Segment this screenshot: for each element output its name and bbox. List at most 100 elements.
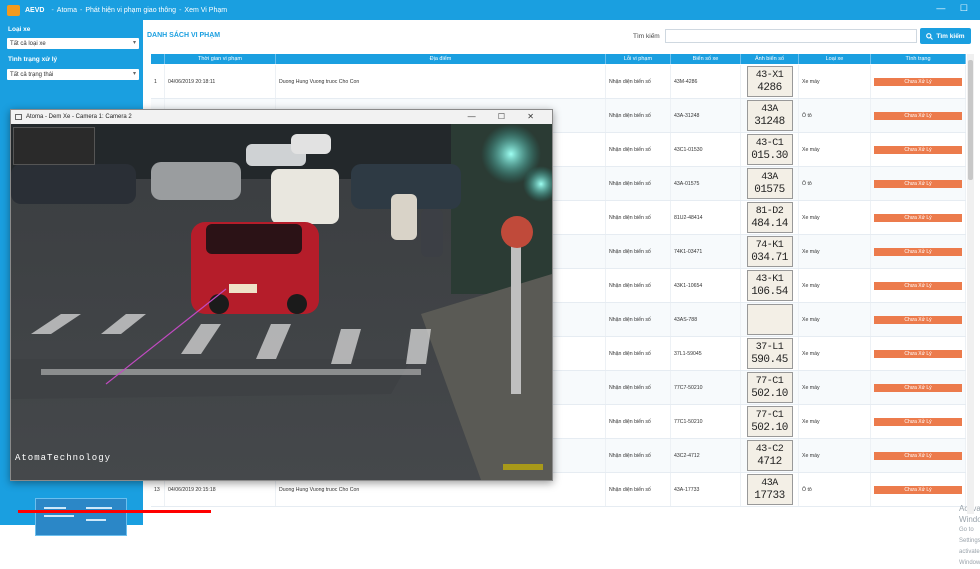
cell-place: Duong Hung Vuong truoc Cho Con — [276, 65, 606, 98]
plate-image-bottom: 17733 — [754, 489, 785, 502]
plate-image[interactable]: 43-K1 106.54 — [746, 270, 793, 301]
dashboard-thumbnail — [35, 498, 127, 536]
plate-image[interactable]: 81-D2 484.14 — [746, 202, 793, 233]
cell-error: Nhận diện biển số — [606, 371, 671, 404]
status-badge[interactable]: Chưa Xử Lý — [874, 77, 962, 86]
plate-image[interactable]: 43-X1 4286 — [746, 66, 793, 97]
camera-feed: AtomaTechnology — [11, 124, 552, 480]
plate-image-cell: 43-C1 015.30 — [741, 133, 799, 166]
camera-stats-overlay — [13, 127, 95, 165]
vehicle-type-select[interactable]: Tất cả loại xe ▾ — [7, 38, 139, 49]
column-header[interactable]: Tình trạng — [871, 54, 966, 64]
plate-image-cell: 43-C2 4712 — [741, 439, 799, 472]
plate-image-cell: 43A 01575 — [741, 167, 799, 200]
cell-vtype: Xe máy — [799, 405, 871, 438]
plate-image-bottom: 484.14 — [751, 217, 788, 230]
cell-vtype: Xe máy — [799, 371, 871, 404]
video-progress-bar[interactable] — [18, 510, 478, 513]
plate-image[interactable]: 43A 17733 — [746, 474, 793, 505]
cell-plate: 81U2-48414 — [671, 201, 741, 234]
status-badge[interactable]: Chưa Xử Lý — [874, 179, 962, 188]
cell-error: Nhận diện biển số — [606, 235, 671, 268]
cell-vtype: Xe máy — [799, 235, 871, 268]
status-badge[interactable]: Chưa Xử Lý — [874, 213, 962, 222]
list-title: DANH SÁCH VI PHẠM — [147, 32, 221, 39]
status-badge[interactable]: Chưa Xử Lý — [874, 145, 962, 154]
status-filter-label: Tình trạng xử lý — [8, 56, 58, 63]
status-badge[interactable]: Chưa Xử Lý — [874, 485, 962, 494]
plate-image[interactable]: 43A 31248 — [746, 100, 793, 131]
plate-image[interactable]: 43-C2 4712 — [746, 440, 793, 471]
title-separator: - — [179, 6, 182, 14]
plate-image-cell: 77-C1 502.10 — [741, 371, 799, 404]
cell-plate: 43AS-788 — [671, 303, 741, 336]
status-badge[interactable]: Chưa Xử Lý — [874, 349, 962, 358]
column-header[interactable]: Loại xe — [799, 54, 871, 64]
status-cell: Chưa Xử Lý — [871, 99, 966, 132]
plate-image[interactable]: 77-C1 502.10 — [746, 406, 793, 437]
plate-image-top: 43-K1 — [755, 273, 784, 285]
status-badge[interactable]: Chưa Xử Lý — [874, 383, 962, 392]
cell-error: Nhận diện biển số — [606, 65, 671, 98]
status-cell: Chưa Xử Lý — [871, 337, 966, 370]
plate-image-top: 43A — [761, 171, 778, 183]
cell-idx: 1 — [151, 65, 165, 98]
status-badge[interactable]: Chưa Xử Lý — [874, 111, 962, 120]
plate-image-cell: 43-K1 106.54 — [741, 269, 799, 302]
plate-image[interactable] — [746, 304, 793, 335]
plate-image[interactable]: 77-C1 502.10 — [746, 372, 793, 403]
plate-image-cell: 43A 31248 — [741, 99, 799, 132]
column-header[interactable]: Địa điểm — [276, 54, 606, 64]
cell-plate: 43M-4286 — [671, 65, 741, 98]
cell-vtype: Xe máy — [799, 337, 871, 370]
status-cell: Chưa Xử Lý — [871, 269, 966, 302]
cell-vtype: Xe máy — [799, 133, 871, 166]
cell-error: Nhận diện biển số — [606, 201, 671, 234]
vehicle-type-label: Loại xe — [8, 26, 31, 33]
camera-window-title: Atoma - Dem Xe - Camera 1: Camera 2 — [26, 114, 132, 120]
status-badge[interactable]: Chưa Xử Lý — [874, 315, 962, 324]
column-header[interactable] — [151, 54, 165, 64]
plate-image-top: 43-X1 — [755, 69, 784, 81]
cell-error: Nhận diện biển số — [606, 473, 671, 506]
cell-plate: 43A-31248 — [671, 99, 741, 132]
plate-image-top: 43A — [761, 477, 778, 489]
cell-error: Nhận diện biển số — [606, 167, 671, 200]
plate-image-top: 43A — [761, 103, 778, 115]
plate-image-bottom: 015.30 — [751, 149, 788, 162]
search-button[interactable]: Tìm kiếm — [920, 28, 971, 44]
column-header[interactable]: Ảnh biển số — [741, 54, 799, 64]
column-header[interactable]: Lỗi vi phạm — [606, 54, 671, 64]
scrollbar-thumb[interactable] — [968, 60, 973, 180]
status-filter-value: Tất cả trạng thái — [10, 71, 54, 78]
plate-image[interactable]: 43-C1 015.30 — [746, 134, 793, 165]
column-header[interactable]: Biển số xe — [671, 54, 741, 64]
plate-image[interactable]: 43A 01575 — [746, 168, 793, 199]
cell-error: Nhận diện biển số — [606, 303, 671, 336]
status-cell: Chưa Xử Lý — [871, 371, 966, 404]
plate-image-top: 77-C1 — [755, 409, 784, 421]
plate-image[interactable]: 74-K1 034.71 — [746, 236, 793, 267]
camera-window-controls[interactable]: — ☐ ✕ — [468, 112, 544, 121]
table-row[interactable]: 1 04/06/2019 20:18:11 Duong Hung Vuong tru… — [151, 65, 966, 99]
window-title: Phát hiện vi phạm giao thông — [85, 6, 177, 14]
status-badge[interactable]: Chưa Xử Lý — [874, 247, 962, 256]
status-badge[interactable]: Chưa Xử Lý — [874, 281, 962, 290]
status-badge[interactable]: Chưa Xử Lý — [874, 451, 962, 460]
status-badge[interactable]: Chưa Xử Lý — [874, 417, 962, 426]
plate-image[interactable]: 37-L1 590.45 — [746, 338, 793, 369]
search-input[interactable] — [665, 29, 917, 43]
cell-error: Nhận diện biển số — [606, 133, 671, 166]
plate-image-top: 43-C2 — [755, 443, 784, 455]
status-cell: Chưa Xử Lý — [871, 201, 966, 234]
search-label: Tìm kiếm — [633, 33, 660, 40]
status-cell: Chưa Xử Lý — [871, 405, 966, 438]
cell-plate: 43K1-10654 — [671, 269, 741, 302]
cell-vtype: Xe máy — [799, 269, 871, 302]
cell-vtype: Ô tô — [799, 473, 871, 506]
status-filter-select[interactable]: Tất cả trạng thái ▾ — [7, 69, 139, 80]
cell-plate: 37L1-59045 — [671, 337, 741, 370]
status-cell: Chưa Xử Lý — [871, 167, 966, 200]
column-header[interactable]: Thời gian vi phạm — [165, 54, 276, 64]
window-controls[interactable]: — ☐ — [936, 3, 974, 14]
